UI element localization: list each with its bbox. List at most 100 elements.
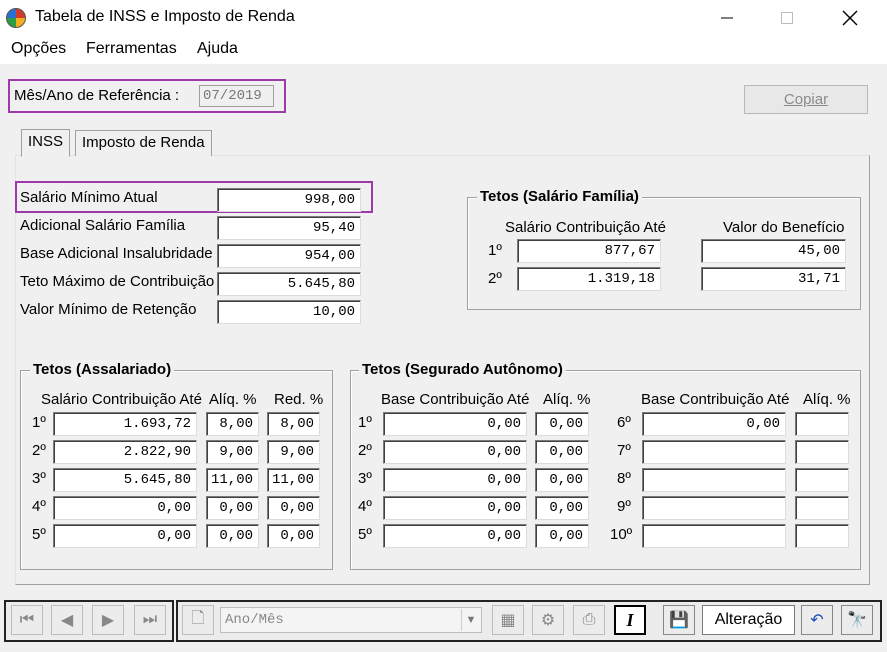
autonomo-aliq-field[interactable]: [795, 496, 849, 520]
autonomo-base-field[interactable]: 0,00: [383, 496, 527, 520]
column-header: Valor do Benefício: [723, 219, 845, 236]
autonomo-base-field[interactable]: [642, 524, 786, 548]
chevron-down-icon[interactable]: ▼: [461, 609, 480, 631]
edit-button[interactable]: I: [614, 605, 646, 635]
close-icon: [842, 10, 858, 26]
tab-inss[interactable]: INSS: [21, 129, 71, 157]
assalariado-salario-field[interactable]: 0,00: [53, 496, 197, 520]
menu-ferramentas[interactable]: Ferramentas: [86, 40, 177, 58]
familia-salario-field[interactable]: 877,67: [517, 239, 661, 263]
first-record-button[interactable]: ⏮: [11, 605, 43, 635]
window-title: Tabela de INSS e Imposto de Renda: [35, 8, 295, 25]
column-header: Alíq. %: [803, 391, 851, 408]
maximize-button[interactable]: [757, 0, 817, 36]
autonomo-base-field[interactable]: 0,00: [383, 468, 527, 492]
row-number: 4º: [32, 498, 46, 515]
column-header: Alíq. %: [543, 391, 591, 408]
autonomo-base-field[interactable]: [642, 440, 786, 464]
column-header: Base Contribuição Até: [641, 391, 790, 408]
save-button[interactable]: 💾: [663, 605, 695, 635]
new-doc-icon: 🗋: [191, 609, 205, 627]
row-number: 2º: [32, 442, 46, 459]
autonomo-aliq-field[interactable]: 0,00: [535, 440, 589, 464]
field-label: Adicional Salário Família: [20, 217, 186, 234]
prev-record-button[interactable]: ◀: [51, 605, 83, 635]
undo-icon: ↶: [810, 612, 824, 629]
period-select[interactable]: Ano/Mês: [220, 607, 482, 633]
assalariado-aliq-field[interactable]: 0,00: [206, 496, 259, 520]
autonomo-aliq-field[interactable]: [795, 440, 849, 464]
assalariado-salario-field[interactable]: 5.645,80: [53, 468, 197, 492]
print-button[interactable]: ⎙: [573, 605, 605, 635]
menu-ajuda[interactable]: Ajuda: [197, 40, 238, 58]
autonomo-aliq-field[interactable]: 0,00: [535, 468, 589, 492]
autonomo-base-field[interactable]: [642, 496, 786, 520]
reference-input[interactable]: 07/2019: [199, 85, 274, 107]
group-title: Tetos (Segurado Autônomo): [359, 361, 566, 378]
autonomo-aliq-field[interactable]: 0,00: [535, 412, 589, 436]
column-header: Alíq. %: [209, 391, 257, 408]
adicional-salario-familia-field[interactable]: 95,40: [217, 216, 361, 240]
row-number: 1º: [358, 414, 372, 431]
next-record-button[interactable]: ▶: [92, 605, 124, 635]
field-label: Valor Mínimo de Retenção: [20, 301, 197, 318]
next-icon: ▶: [101, 612, 115, 629]
autonomo-aliq-field[interactable]: 0,00: [535, 496, 589, 520]
salario-minimo-field[interactable]: 998,00: [217, 188, 361, 212]
last-icon: ⏭: [142, 611, 158, 628]
close-button[interactable]: [820, 0, 880, 36]
edit-icon: I: [626, 609, 634, 630]
row-number: 2º: [358, 442, 372, 459]
assalariado-red-field[interactable]: 11,00: [267, 468, 320, 492]
copy-button[interactable]: Copiar: [744, 85, 868, 114]
tab-imposto-renda[interactable]: Imposto de Renda: [75, 130, 212, 156]
undo-button[interactable]: ↶: [801, 605, 833, 635]
print-icon: ⎙: [582, 611, 596, 628]
teto-maximo-field[interactable]: 5.645,80: [217, 272, 361, 296]
save-icon: 💾: [669, 612, 689, 629]
minimize-button[interactable]: [697, 0, 757, 36]
assalariado-salario-field[interactable]: 0,00: [53, 524, 197, 548]
assalariado-salario-field[interactable]: 1.693,72: [53, 412, 197, 436]
row-number: 9º: [617, 498, 631, 515]
row-number: 8º: [617, 470, 631, 487]
autonomo-base-field[interactable]: 0,00: [642, 412, 786, 436]
calculator-button[interactable]: ▦: [492, 605, 524, 635]
familia-beneficio-field[interactable]: 45,00: [701, 239, 846, 263]
prev-icon: ◀: [60, 612, 74, 629]
assalariado-aliq-field[interactable]: 8,00: [206, 412, 259, 436]
search-button[interactable]: 🔭: [841, 605, 873, 635]
autonomo-aliq-field[interactable]: [795, 468, 849, 492]
autonomo-aliq-field[interactable]: [795, 412, 849, 436]
familia-salario-field[interactable]: 1.319,18: [517, 267, 661, 291]
base-adicional-insalubridade-field[interactable]: 954,00: [217, 244, 361, 268]
assalariado-aliq-field[interactable]: 0,00: [206, 524, 259, 548]
autonomo-aliq-field[interactable]: [795, 524, 849, 548]
row-number: 7º: [617, 442, 631, 459]
assalariado-salario-field[interactable]: 2.822,90: [53, 440, 197, 464]
autonomo-aliq-field[interactable]: 0,00: [535, 524, 589, 548]
familia-beneficio-field[interactable]: 31,71: [701, 267, 846, 291]
assalariado-aliq-field[interactable]: 11,00: [206, 468, 259, 492]
minimize-icon: [721, 17, 733, 19]
config-button[interactable]: ⚙: [532, 605, 564, 635]
column-header: Base Contribuição Até: [381, 391, 530, 408]
assalariado-red-field[interactable]: 0,00: [267, 496, 320, 520]
menu-opcoes[interactable]: Opções: [11, 40, 66, 58]
assalariado-red-field[interactable]: 9,00: [267, 440, 320, 464]
valor-minimo-retencao-field[interactable]: 10,00: [217, 300, 361, 324]
copy-button-label: Copiar: [783, 91, 829, 108]
group-title: Tetos (Salário Família): [477, 188, 642, 205]
last-record-button[interactable]: ⏭: [134, 605, 166, 635]
autonomo-base-field[interactable]: [642, 468, 786, 492]
autonomo-base-field[interactable]: 0,00: [383, 440, 527, 464]
assalariado-aliq-field[interactable]: 9,00: [206, 440, 259, 464]
assalariado-red-field[interactable]: 8,00: [267, 412, 320, 436]
config-icon: ⚙: [540, 612, 556, 629]
new-button[interactable]: 🗋: [182, 605, 214, 635]
autonomo-base-field[interactable]: 0,00: [383, 524, 527, 548]
assalariado-red-field[interactable]: 0,00: [267, 524, 320, 548]
app-icon: [6, 8, 26, 28]
autonomo-base-field[interactable]: 0,00: [383, 412, 527, 436]
group-title: Tetos (Assalariado): [30, 361, 175, 378]
